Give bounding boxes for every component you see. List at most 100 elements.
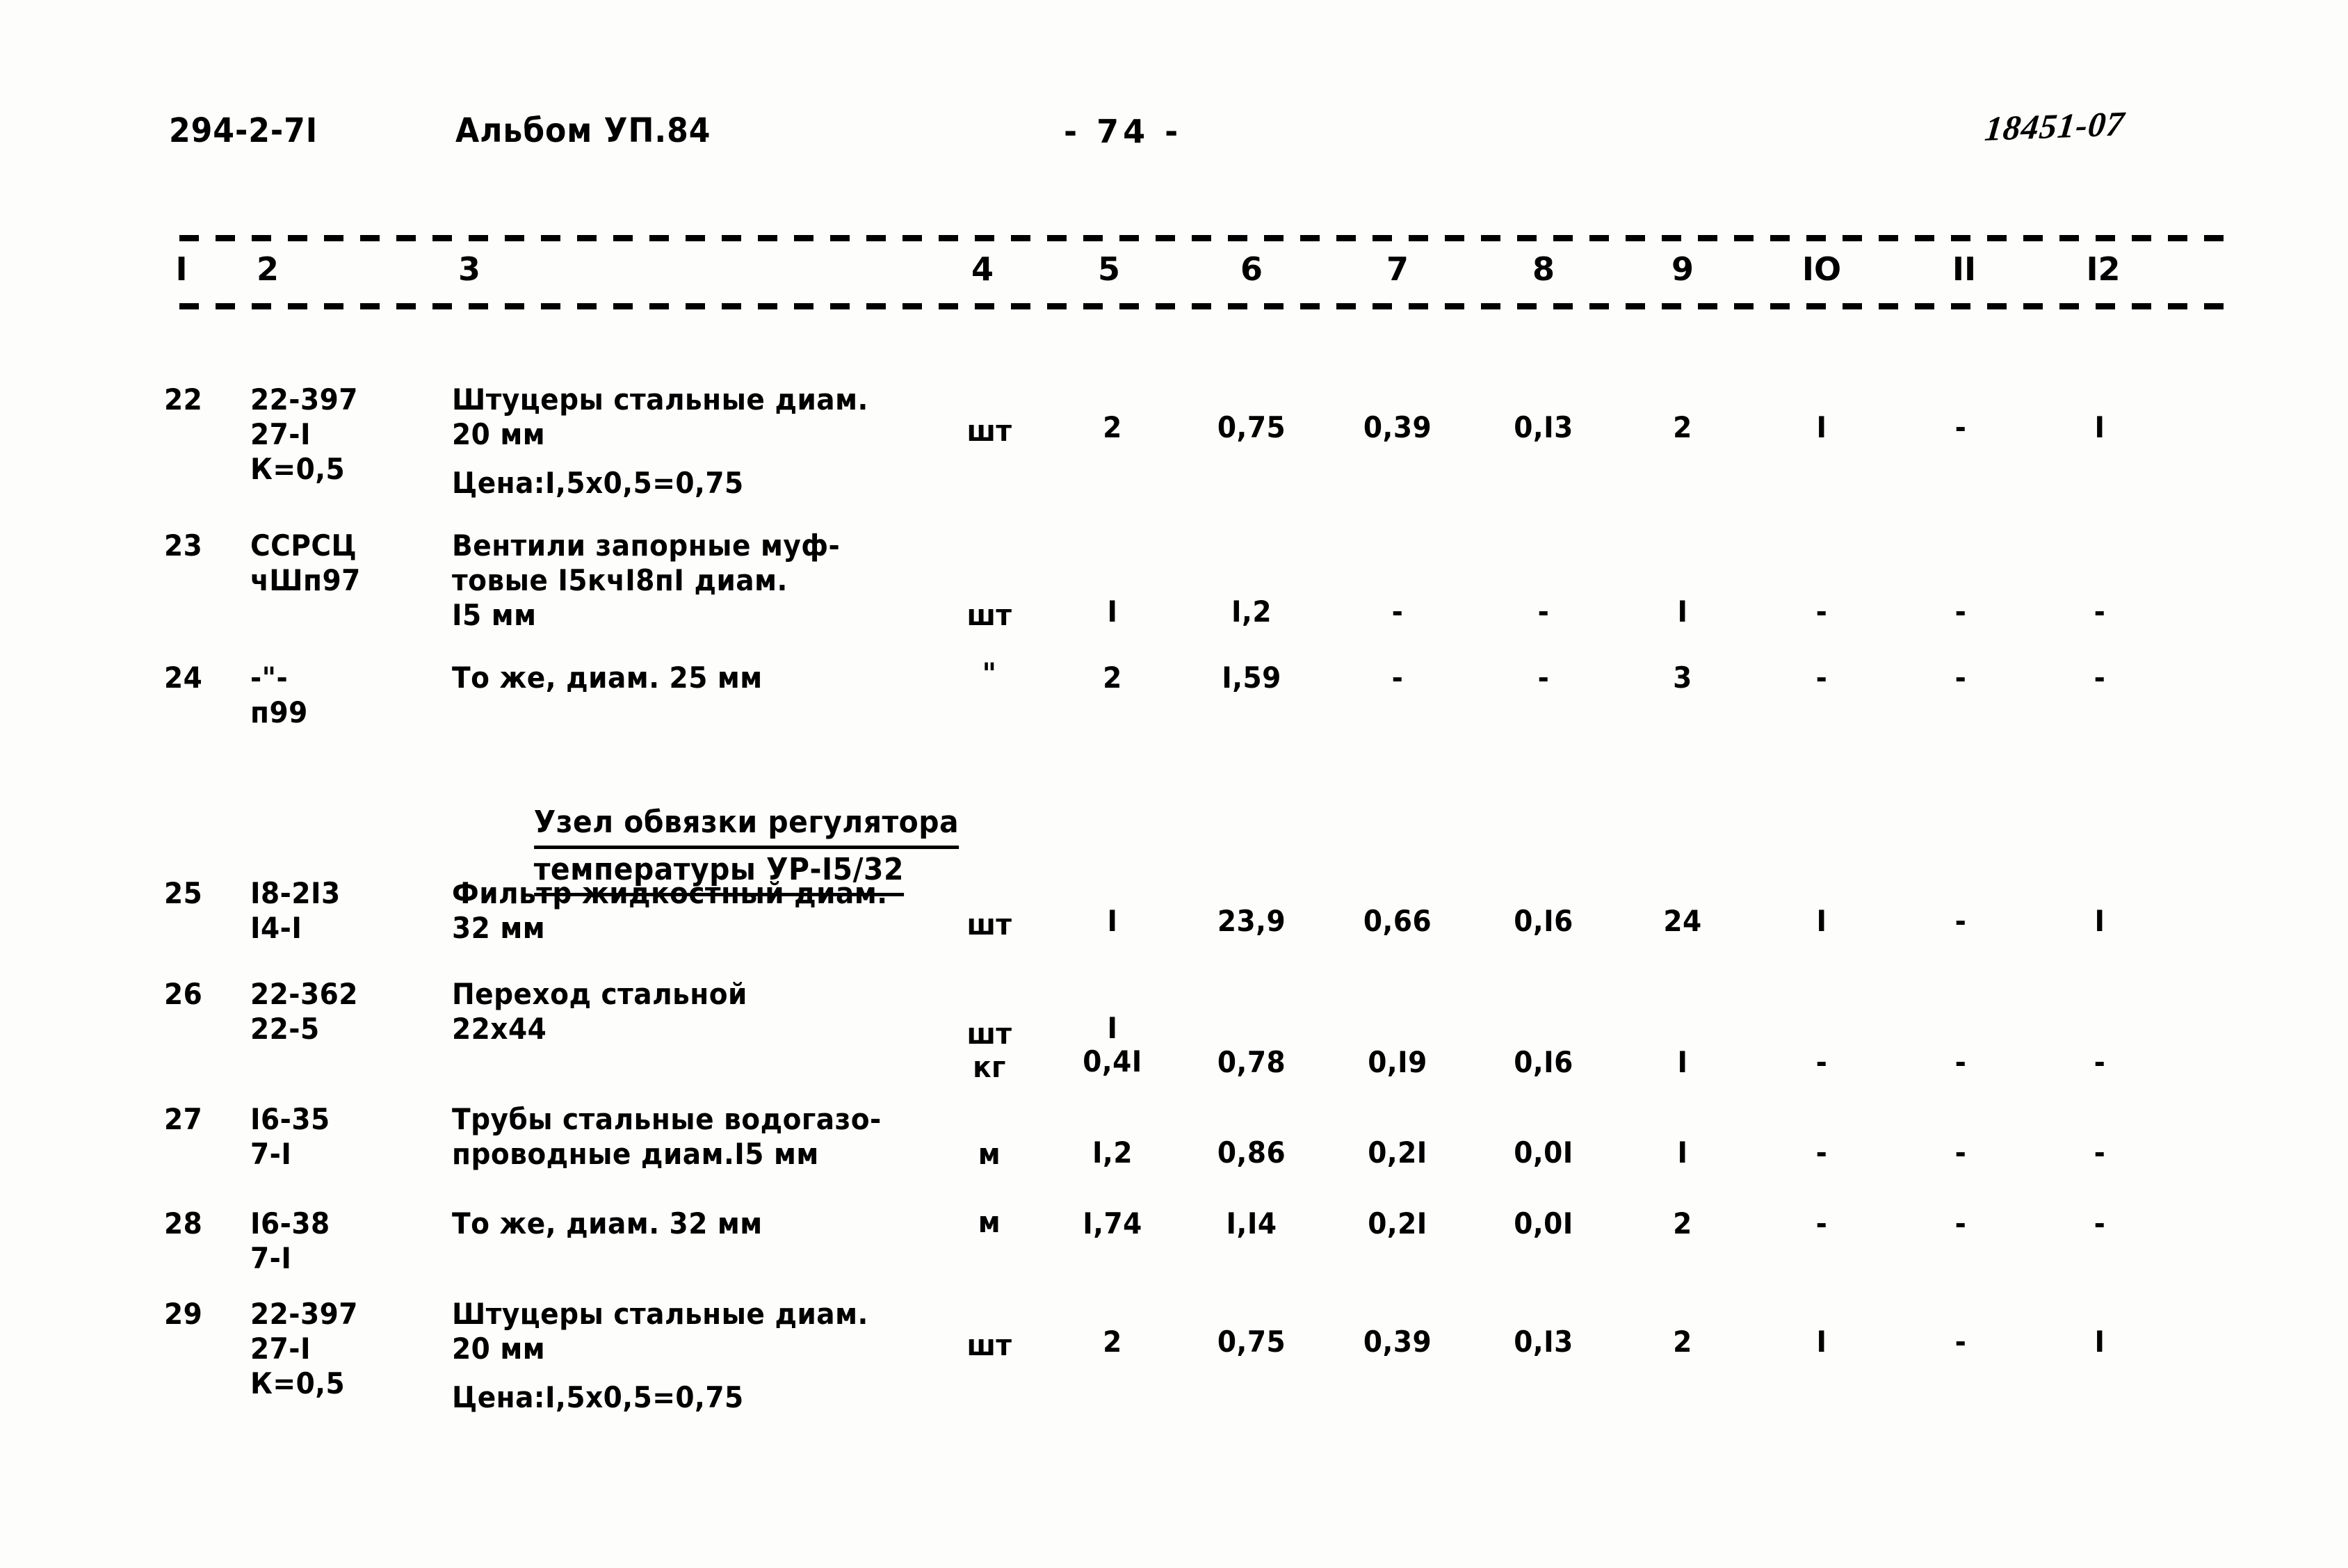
- row-value-9: 24: [1663, 904, 1702, 938]
- row-unit: шт: [966, 414, 1012, 448]
- row-description: То же, диам. 32 мм: [452, 1206, 763, 1240]
- row-unit: шт: [966, 1328, 1012, 1362]
- table-rule-top: [179, 235, 2224, 241]
- row-value-12: I: [2094, 1325, 2105, 1359]
- row-value-6: 0,78: [1217, 1045, 1286, 1079]
- column-number-4: 4: [971, 250, 994, 288]
- row-value-12: I: [2094, 410, 2105, 444]
- row-value-12: -: [2094, 1135, 2106, 1170]
- table-row: 25 I8-2I3 I4-I Фильтр жидкостный диам. 3…: [0, 876, 2348, 987]
- row-description: Трубы стальные водогазо- проводные диам.…: [452, 1102, 882, 1171]
- row-value-10: -: [1815, 661, 1828, 695]
- row-value-10: I: [1816, 1325, 1827, 1359]
- row-value-9: I: [1677, 595, 1688, 629]
- row-number: 29: [164, 1297, 203, 1331]
- row-value-6: 0,75: [1217, 410, 1286, 444]
- row-number: 28: [164, 1206, 203, 1240]
- row-unit: м: [978, 1205, 1001, 1239]
- row-value-11: -: [1954, 1045, 1967, 1079]
- row-value-12: -: [2094, 595, 2106, 629]
- row-unit: шт кг: [966, 1017, 1012, 1084]
- table-row: 22 22-397 27-I К=0,5 Штуцеры стальные ди…: [0, 382, 2348, 522]
- row-value-12: -: [2094, 661, 2106, 695]
- row-value-12: -: [2094, 1045, 2106, 1079]
- row-unit: шт: [966, 598, 1012, 632]
- row-value-9: 2: [1673, 1206, 1692, 1240]
- row-value-11: -: [1954, 410, 1967, 444]
- row-catalog-code: I6-35 7-I: [250, 1102, 330, 1171]
- row-catalog-code: 22-397 27-I К=0,5: [250, 382, 358, 486]
- row-catalog-code: I8-2I3 I4-I: [250, 876, 341, 945]
- document-page: 294-2-7I Альбом УП.84 - 74 - 18451-07 I …: [0, 0, 2348, 1568]
- row-value-8: 0,I6: [1514, 1045, 1573, 1079]
- column-number-12: I2: [2086, 250, 2121, 288]
- row-value-10: -: [1815, 1135, 1828, 1170]
- row-value-9: 2: [1673, 1325, 1692, 1359]
- row-value-7: -: [1391, 661, 1404, 695]
- row-value-8: 0,0I: [1514, 1135, 1573, 1170]
- row-catalog-code: ССРСЦ чШп97: [250, 528, 361, 597]
- row-value-5: I: [1107, 595, 1118, 629]
- column-number-3: 3: [458, 250, 480, 288]
- row-value-12: I: [2094, 904, 2105, 938]
- row-value-6: I,I4: [1226, 1206, 1277, 1240]
- row-value-7: 0,66: [1363, 904, 1432, 938]
- row-catalog-code: 22-397 27-I К=0,5: [250, 1297, 358, 1400]
- column-number-11: II: [1952, 250, 1977, 288]
- column-number-6: 6: [1240, 250, 1263, 288]
- row-value-10: -: [1815, 1206, 1828, 1240]
- album-label: Альбом УП.84: [455, 111, 711, 150]
- row-description: Штуцеры стальные диам. 20 мм: [452, 1297, 868, 1366]
- column-number-2: 2: [256, 250, 279, 288]
- row-value-5: I: [1107, 904, 1118, 938]
- archive-stamp: 18451-07: [1983, 104, 2127, 148]
- row-number: 23: [164, 528, 203, 563]
- row-number: 24: [164, 661, 203, 695]
- page-number: - 74 -: [1064, 113, 1183, 150]
- table-row: 28 I6-38 7-I То же, диам. 32 мм м I,74 I…: [0, 1205, 2348, 1297]
- row-number: 26: [164, 977, 203, 1011]
- row-value-7: 0,39: [1363, 1325, 1432, 1359]
- row-value-10: I: [1816, 410, 1827, 444]
- row-value-9: 3: [1673, 661, 1692, 695]
- row-unit: ": [982, 656, 997, 690]
- table-row: 27 I6-35 7-I Трубы стальные водогазо- пр…: [0, 1102, 2348, 1206]
- row-value-5: 2: [1103, 1325, 1122, 1359]
- row-number: 22: [164, 382, 203, 417]
- document-code: 294-2-7I: [169, 111, 318, 150]
- row-value-10: -: [1815, 1045, 1828, 1079]
- row-value-6: 0,86: [1217, 1135, 1286, 1170]
- column-number-1: I: [175, 250, 188, 288]
- row-value-11: -: [1954, 1206, 1967, 1240]
- column-number-9: 9: [1671, 250, 1694, 288]
- row-value-7: 0,I9: [1368, 1045, 1427, 1079]
- row-value-8: 0,I3: [1514, 1325, 1573, 1359]
- row-unit: м: [978, 1137, 1001, 1171]
- row-value-9: 2: [1673, 410, 1692, 444]
- row-price-note: Цена:I,5х0,5=0,75: [452, 466, 744, 500]
- row-number: 27: [164, 1102, 203, 1136]
- row-value-11: -: [1954, 1135, 1967, 1170]
- row-value-6: 0,75: [1217, 1325, 1286, 1359]
- column-number-row: I 2 3 4 5 6 7 8 9 IO II I2: [0, 250, 2348, 299]
- column-number-10: IO: [1802, 250, 1842, 288]
- row-value-8: 0,I3: [1514, 410, 1573, 444]
- row-value-9: I: [1677, 1045, 1688, 1079]
- row-price-note: Цена:I,5х0,5=0,75: [452, 1380, 744, 1414]
- row-value-8: -: [1537, 661, 1550, 695]
- column-number-7: 7: [1386, 250, 1409, 288]
- row-value-9: I: [1677, 1135, 1688, 1170]
- row-value-10: I: [1816, 904, 1827, 938]
- row-value-6: I,59: [1222, 661, 1281, 695]
- row-value-5: 2: [1103, 661, 1122, 695]
- row-value-7: 0,39: [1363, 410, 1432, 444]
- row-value-11: -: [1954, 904, 1967, 938]
- row-value-10: -: [1815, 595, 1828, 629]
- row-value-11: -: [1954, 1325, 1967, 1359]
- row-description: Штуцеры стальные диам. 20 мм: [452, 382, 868, 451]
- row-value-8: 0,I6: [1514, 904, 1573, 938]
- table-row: 29 22-397 27-I К=0,5 Штуцеры стальные ди…: [0, 1297, 2348, 1443]
- column-number-8: 8: [1532, 250, 1555, 288]
- section-heading-row: Узел обвязки регулятора температуры УР-I…: [0, 758, 2348, 896]
- row-value-7: -: [1391, 595, 1404, 629]
